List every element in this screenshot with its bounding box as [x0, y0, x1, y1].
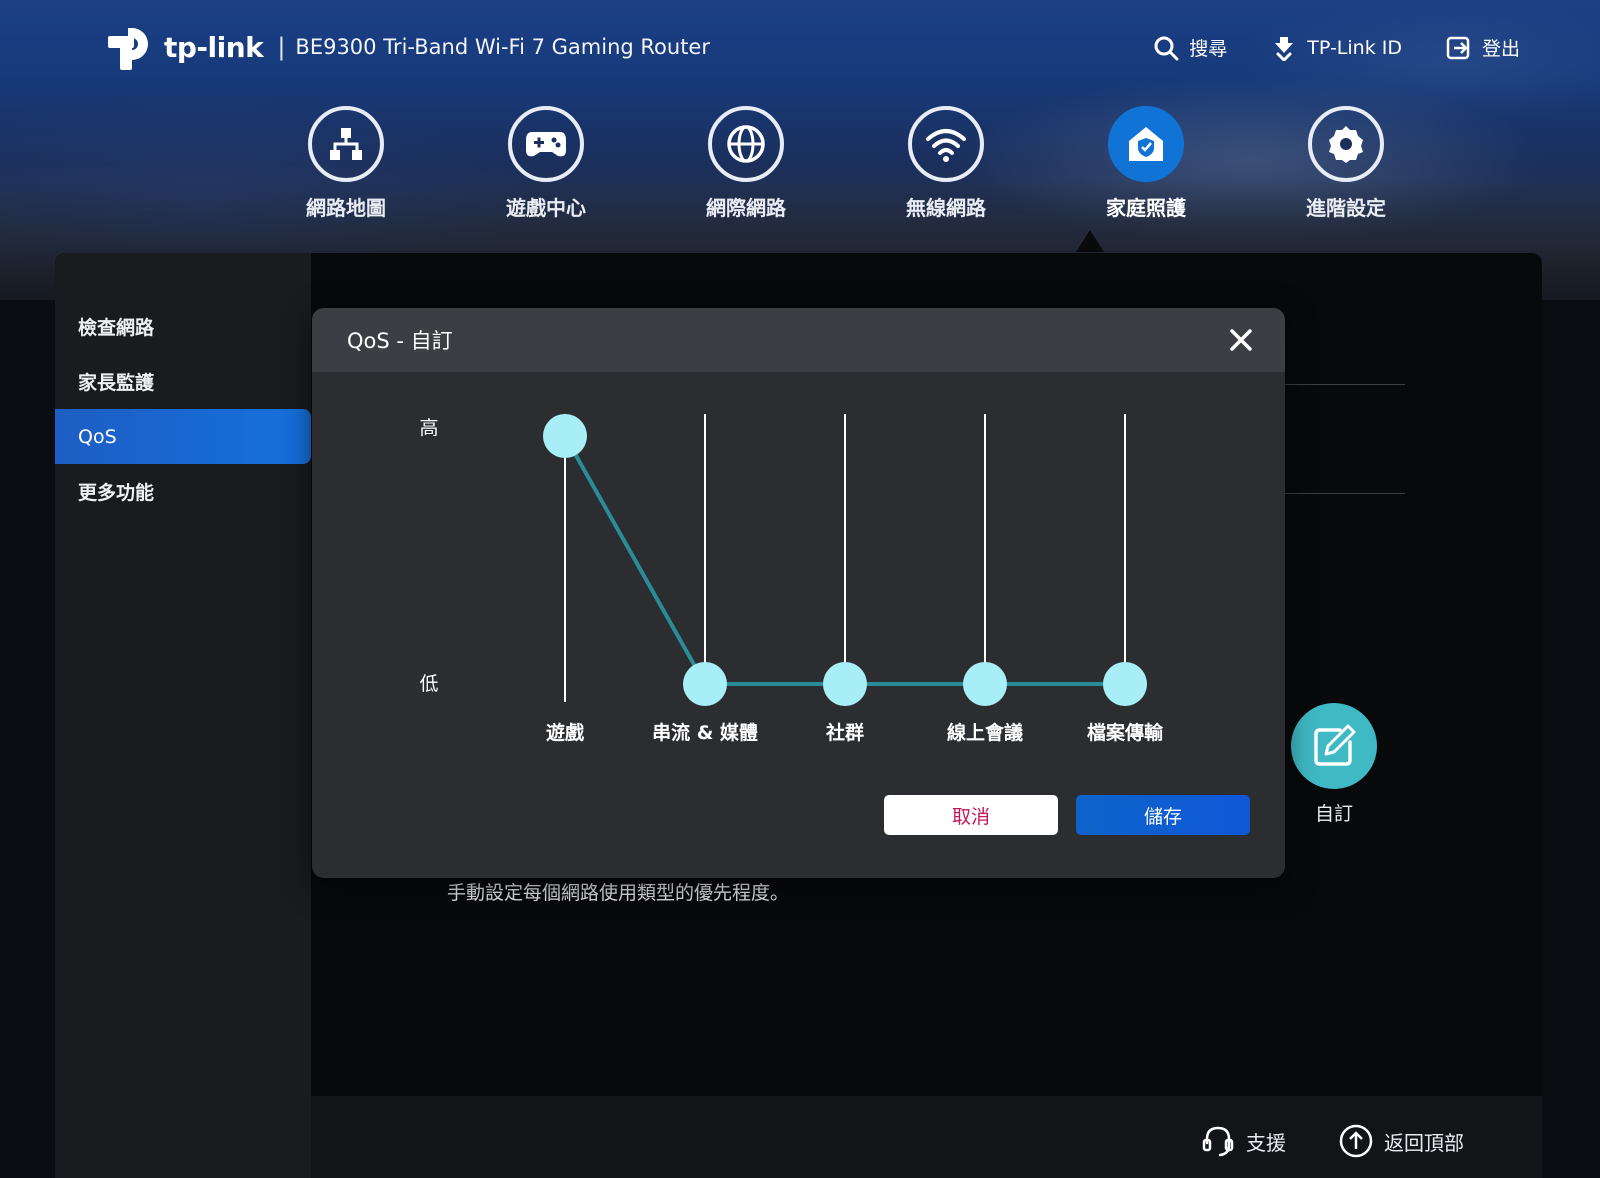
search-button[interactable]: 搜尋: [1153, 34, 1227, 61]
qos-description: 手動設定每個網路使用類型的優先程度。: [447, 882, 790, 904]
priority-handle[interactable]: [823, 662, 867, 706]
router-model: BE9300 Tri-Band Wi-Fi 7 Gaming Router: [295, 35, 710, 59]
priority-handle[interactable]: [1103, 662, 1147, 706]
support-label: 支援: [1246, 1130, 1286, 1155]
y-low-label: 低: [419, 673, 438, 695]
logout-button[interactable]: 登出: [1446, 34, 1520, 61]
nav-label: 家庭照護: [1106, 196, 1186, 220]
active-nav-pointer: [1076, 230, 1104, 252]
gamepad-icon: [526, 132, 566, 157]
nav-network-map[interactable]: 網路地圖: [246, 106, 446, 221]
category-label: 線上會議: [947, 721, 1023, 744]
back-to-top-link[interactable]: 返回頂部: [1338, 1123, 1464, 1159]
sidebar-item-more-features[interactable]: 更多功能: [55, 464, 311, 519]
category-label: 遊戲: [546, 721, 585, 744]
globe-icon: [727, 125, 765, 163]
close-icon: [1230, 329, 1252, 351]
nav-internet[interactable]: 網際網路: [646, 106, 846, 221]
wifi-icon: [926, 129, 966, 162]
nav-label: 無線網路: [906, 196, 986, 220]
sidebar-item-qos[interactable]: QoS: [55, 409, 311, 464]
sidebar: 檢查網路 家長監護 QoS 更多功能: [55, 253, 311, 1178]
gear-icon: [1329, 126, 1363, 163]
footer-actions: 支援 返回頂部: [1200, 1123, 1464, 1159]
qos-priority-chart: 高 低 遊戲 串流 & 媒體 社群 線上會議 檔案傳輸: [312, 372, 1285, 792]
back-to-top-label: 返回頂部: [1384, 1130, 1464, 1155]
category-label: 串流 & 媒體: [652, 721, 758, 744]
qos-mode-custom[interactable]: 自訂: [1291, 703, 1377, 826]
dialog-buttons: 取消 儲存: [884, 795, 1250, 835]
sidebar-item-network-check[interactable]: 檢查網路: [55, 299, 311, 354]
nav-label: 遊戲中心: [506, 196, 586, 220]
search-label: 搜尋: [1189, 38, 1228, 60]
save-button[interactable]: 儲存: [1076, 795, 1250, 835]
headset-icon: [1202, 1126, 1234, 1157]
category-label: 檔案傳輸: [1087, 721, 1164, 744]
priority-handle[interactable]: [683, 662, 727, 706]
cancel-button[interactable]: 取消: [884, 795, 1058, 835]
nav-label: 網際網路: [706, 196, 786, 220]
nav-home-care[interactable]: 家庭照護: [1046, 106, 1246, 221]
category-label: 社群: [825, 721, 864, 744]
priority-handle[interactable]: [543, 414, 587, 458]
nav-label: 進階設定: [1306, 196, 1386, 220]
tplink-id-label: TP-Link ID: [1307, 36, 1402, 59]
y-high-label: 高: [419, 417, 438, 439]
close-button[interactable]: [1227, 326, 1255, 354]
nav-wireless[interactable]: 無線網路: [846, 106, 1046, 221]
main-nav: 網路地圖 遊戲中心 網際網路 無線網路 家庭照護 進階設定: [246, 106, 1446, 221]
nav-label: 網路地圖: [306, 196, 386, 220]
home-care-icon: [1129, 127, 1163, 161]
priority-handle[interactable]: [963, 662, 1007, 706]
brand-separator: |: [277, 33, 286, 61]
brand-logo: tp-link | BE9300 Tri-Band Wi-Fi 7 Gaming…: [106, 22, 710, 72]
search-icon: [1154, 36, 1179, 60]
brand-name: tp-link: [164, 30, 264, 64]
top-actions: 搜尋 TP-Link ID 登出: [1153, 34, 1520, 61]
logout-label: 登出: [1481, 38, 1520, 60]
support-link[interactable]: 支援: [1200, 1123, 1286, 1159]
dialog-title: QoS - 自訂: [347, 329, 453, 353]
tplink-logo-icon: [106, 22, 160, 72]
logout-icon: [1446, 36, 1470, 59]
tplink-id-icon: [1275, 36, 1294, 61]
arrow-up-circle-icon: [1339, 1124, 1373, 1158]
sidebar-item-parental-controls[interactable]: 家長監護: [55, 354, 311, 409]
dialog-header: QoS - 自訂: [312, 308, 1285, 372]
nav-game-center[interactable]: 遊戲中心: [446, 106, 646, 221]
custom-mode-label: 自訂: [1314, 803, 1353, 825]
edit-icon: [1314, 724, 1356, 766]
tplink-id-button[interactable]: TP-Link ID: [1271, 35, 1402, 61]
qos-custom-dialog: QoS - 自訂 高 低 遊戲 串流 & 媒體 社群 線上會議 檔案傳輸 取消 儲存: [312, 308, 1285, 878]
network-map-icon: [330, 128, 362, 160]
nav-advanced[interactable]: 進階設定: [1246, 106, 1446, 221]
